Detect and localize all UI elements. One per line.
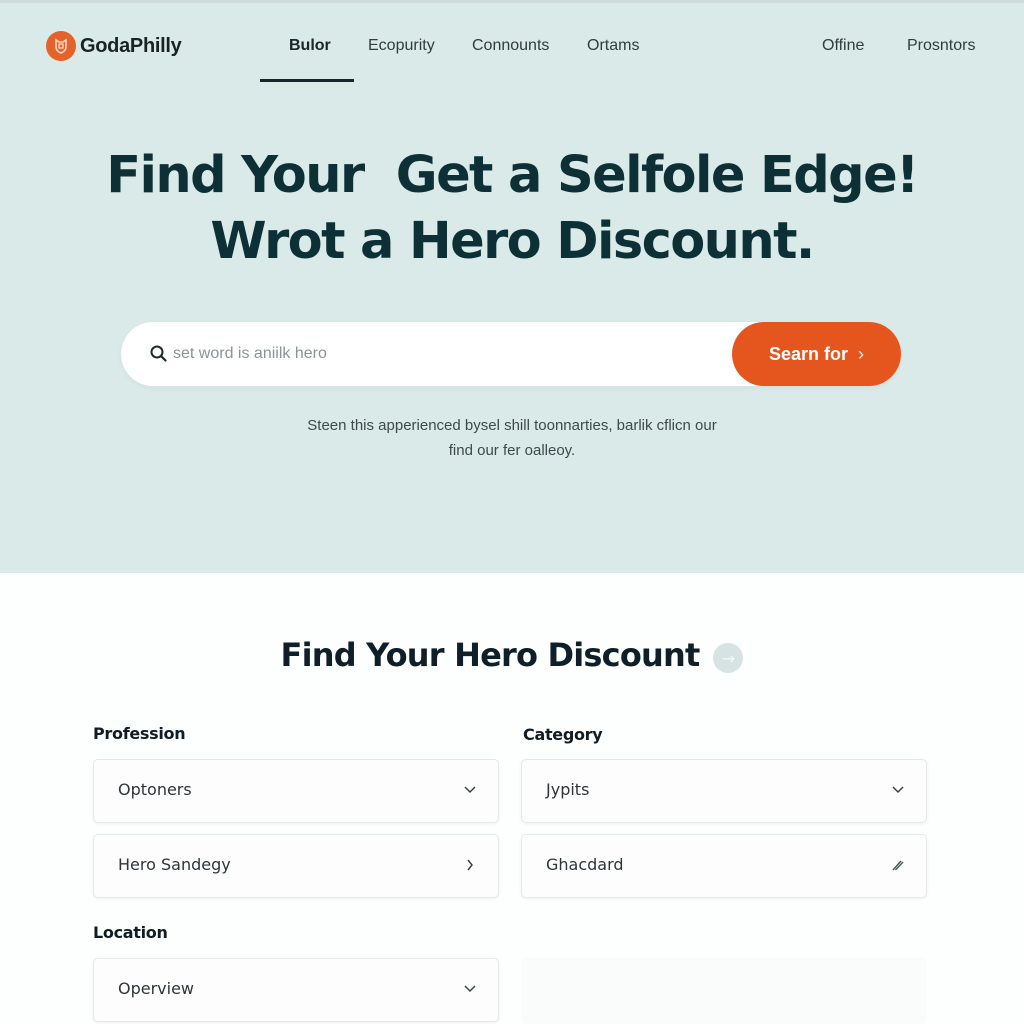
brand-name: GodaPhilly bbox=[80, 34, 182, 57]
location-select-value: Operview bbox=[118, 979, 195, 998]
category-input[interactable]: Ghacdard bbox=[521, 834, 927, 898]
chevron-down-icon bbox=[890, 782, 906, 798]
hero-search-input[interactable] bbox=[173, 338, 713, 370]
nav-item-bulor[interactable]: Bulor bbox=[289, 37, 331, 55]
finder-title: Find Your Hero Discount bbox=[280, 636, 701, 674]
chevron-right-icon bbox=[462, 857, 478, 873]
chevron-right-icon: › bbox=[858, 343, 865, 364]
hero-headline-line-1: Find Your Get a Selfole Edge! bbox=[106, 146, 919, 205]
chevron-down-icon bbox=[462, 782, 478, 798]
profession-select-value: Optoners bbox=[118, 780, 192, 799]
hero-subtext-line-2: find our fer oalleoy. bbox=[448, 442, 576, 459]
chevron-down-icon bbox=[462, 981, 478, 997]
search-icon bbox=[149, 344, 169, 364]
brand-logo[interactable]: GodaPhilly bbox=[46, 31, 182, 61]
category-input-value: Ghacdard bbox=[546, 855, 624, 874]
nav-item-ecopurity[interactable]: Ecopurity bbox=[368, 37, 435, 55]
location-select[interactable]: Operview bbox=[93, 958, 499, 1022]
finder-header: Find Your Hero Discount → bbox=[0, 636, 1024, 674]
nav-item-offine[interactable]: Offine bbox=[822, 37, 864, 55]
shield-badge-icon bbox=[46, 31, 76, 61]
category-label: Category bbox=[523, 725, 603, 744]
location-label: Location bbox=[93, 923, 168, 942]
search-button[interactable]: Searn for › bbox=[732, 322, 901, 386]
hero-subtext: Steen this apperienced bysel shill toonn… bbox=[0, 413, 1024, 463]
hero-search-bar: Searn for › bbox=[121, 322, 901, 386]
nav-item-prosntors[interactable]: Prosntors bbox=[907, 37, 975, 55]
search-button-label: Searn for bbox=[768, 343, 849, 364]
nav-active-indicator bbox=[260, 79, 354, 82]
nav-item-ortams[interactable]: Ortams bbox=[587, 37, 639, 55]
empty-field-placeholder bbox=[521, 958, 927, 1024]
profession-link-value: Hero Sandegy bbox=[118, 855, 231, 874]
hero-headline-line-2: Wrot a Hero Discount. bbox=[210, 212, 815, 271]
nav-item-connounts[interactable]: Connounts bbox=[472, 37, 549, 55]
hero-subtext-line-1: Steen this apperienced bysel shill toonn… bbox=[307, 417, 717, 434]
category-select-value: Jypits bbox=[546, 780, 590, 799]
category-select[interactable]: Jypits bbox=[521, 759, 927, 823]
hero-headline: Find Your Get a Selfole Edge! Wrot a Her… bbox=[0, 143, 1024, 275]
profession-link-hero-sandegy[interactable]: Hero Sandegy bbox=[93, 834, 499, 898]
arrow-right-icon[interactable]: → bbox=[713, 643, 744, 673]
hero-section: GodaPhilly Bulor Ecopurity Connounts Ort… bbox=[0, 0, 1024, 573]
profession-label: Profession bbox=[93, 724, 186, 743]
profession-select[interactable]: Optoners bbox=[93, 759, 499, 823]
pencil-icon[interactable] bbox=[890, 857, 906, 873]
